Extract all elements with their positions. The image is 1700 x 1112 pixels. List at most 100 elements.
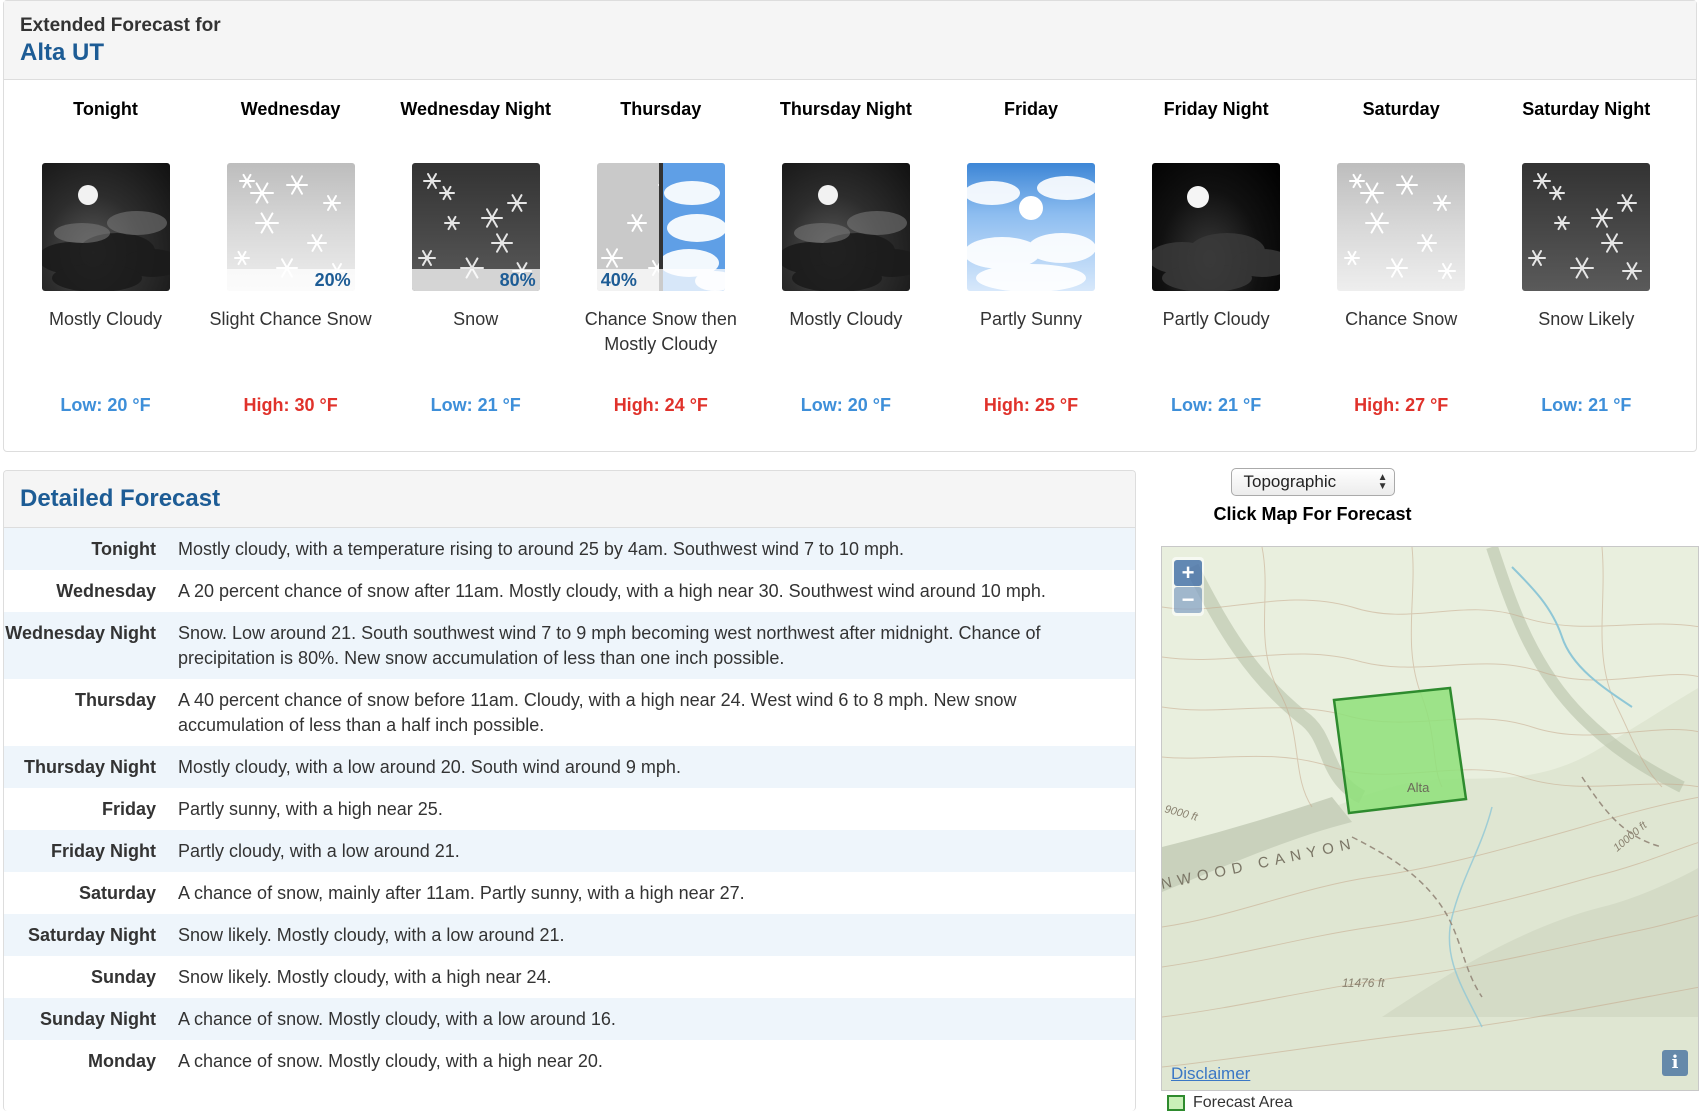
map-controls: Topographic ▲ ▼ Click Map For Forecast: [1060, 468, 1565, 525]
detailed-row-label: Tonight: [91, 539, 156, 559]
detailed-forecast-panel: Detailed Forecast Tonight Mostly cloudy,…: [3, 470, 1136, 1111]
detailed-row-text: Snow likely. Mostly cloudy, with a high …: [178, 967, 552, 987]
detailed-forecast-row: Friday Night Partly cloudy, with a low a…: [4, 830, 1135, 872]
period-name: Thursday: [620, 99, 702, 119]
period-temperature: Low: 21 °F: [430, 395, 521, 415]
select-arrows-icon: ▲ ▼: [1377, 472, 1388, 492]
detailed-row-label: Friday Night: [50, 841, 156, 861]
forecast-period[interactable]: Wednesday Night 80% Snow Low: 21 °F: [384, 81, 567, 416]
detailed-forecast-title: Detailed Forecast: [4, 471, 1135, 528]
night-mostly-cloudy-icon[interactable]: [41, 163, 170, 291]
period-temperature: Low: 21 °F: [1541, 395, 1632, 415]
detailed-row-label: Sunday: [90, 967, 156, 987]
detailed-row-label: Wednesday: [56, 581, 156, 601]
detailed-forecast-row: Saturday Night Snow likely. Mostly cloud…: [4, 914, 1135, 956]
period-temperature: High: 27 °F: [1354, 395, 1449, 415]
period-short-forecast: Slight Chance Snow: [209, 309, 372, 329]
detailed-forecast-row: Tonight Mostly cloudy, with a temperatur…: [4, 528, 1135, 570]
precip-chance: 20%: [226, 269, 355, 291]
detailed-row-text: Snow likely. Mostly cloudy, with a low a…: [178, 925, 565, 945]
forecast-period[interactable]: Thursday 40% Chance Snow then Mostly Clo…: [569, 81, 752, 416]
detailed-forecast-row: Wednesday Night Snow. Low around 21. Sou…: [4, 612, 1135, 679]
extended-forecast-header: Extended Forecast for Alta UT: [4, 1, 1696, 80]
detailed-row-label: Saturday Night: [27, 925, 156, 945]
period-name: Friday Night: [1163, 99, 1269, 119]
detailed-row-label: Sunday Night: [40, 1009, 156, 1029]
period-short-forecast: Partly Sunny: [979, 309, 1083, 329]
period-name: Tonight: [73, 99, 138, 119]
snow-day-icon[interactable]: [1337, 163, 1466, 291]
detailed-row-text: Mostly cloudy, with a low around 20. Sou…: [178, 757, 681, 777]
period-short-forecast: Chance Snow then Mostly Cloudy: [584, 309, 737, 354]
extended-forecast-label: Extended Forecast for: [20, 15, 221, 36]
detailed-row-text: A 40 percent chance of snow before 11am.…: [178, 690, 1017, 735]
period-temperature: Low: 20 °F: [800, 395, 891, 415]
snow-night-icon[interactable]: [1522, 163, 1651, 291]
detailed-row-text: Partly sunny, with a high near 25.: [178, 799, 443, 819]
period-temperature: High: 25 °F: [983, 395, 1079, 415]
zoom-in-button[interactable]: +: [1174, 560, 1202, 586]
period-name: Wednesday: [240, 99, 341, 119]
detailed-row-text: A 20 percent chance of snow after 11am. …: [178, 581, 1046, 601]
partly-sunny-icon[interactable]: [967, 163, 1095, 291]
night-partly-cloudy-icon[interactable]: [1152, 163, 1281, 291]
forecast-periods: Tonight Mostly Cloudy Low: 20 °F Wednesd…: [4, 81, 1696, 451]
period-short-forecast: Snow: [453, 309, 499, 329]
detailed-forecast-row: Wednesday A 20 percent chance of snow af…: [4, 570, 1135, 612]
zoom-control: + −: [1172, 557, 1204, 616]
detailed-forecast-list: Tonight Mostly cloudy, with a temperatur…: [4, 528, 1135, 1082]
period-short-forecast: Partly Cloudy: [1162, 309, 1270, 329]
period-name: Thursday Night: [779, 99, 912, 119]
map-label-alta: Alta: [1407, 780, 1430, 795]
period-name: Saturday: [1362, 99, 1440, 119]
detailed-forecast-row: Saturday A chance of snow, mainly after …: [4, 872, 1135, 914]
detailed-row-label: Wednesday Night: [5, 623, 156, 643]
detailed-forecast-row: Friday Partly sunny, with a high near 25…: [4, 788, 1135, 830]
detailed-forecast-row: Sunday Night A chance of snow. Mostly cl…: [4, 998, 1135, 1040]
detailed-row-text: A chance of snow. Mostly cloudy, with a …: [178, 1009, 616, 1029]
detailed-forecast-row: Thursday Night Mostly cloudy, with a low…: [4, 746, 1135, 788]
detailed-row-text: A chance of snow. Mostly cloudy, with a …: [178, 1051, 603, 1071]
detailed-row-text: Partly cloudy, with a low around 21.: [178, 841, 460, 861]
forecast-period[interactable]: Friday Partly Sunny High: 25 °F: [940, 81, 1123, 416]
map-info-button[interactable]: i: [1662, 1050, 1688, 1076]
detailed-row-label: Saturday: [78, 883, 156, 903]
night-mostly-cloudy-icon[interactable]: [781, 163, 910, 291]
click-map-hint: Click Map For Forecast: [1213, 504, 1412, 524]
forecast-period[interactable]: Thursday Night Mostly Cloudy Low: 20 °F: [754, 81, 937, 416]
zoom-out-button[interactable]: −: [1174, 587, 1202, 613]
forecast-map[interactable]: Alta NWOOD CANYON 11476 ft 10000 ft 9000…: [1161, 546, 1699, 1091]
period-short-forecast: Snow Likely: [1538, 309, 1635, 329]
period-name: Friday: [1003, 99, 1059, 119]
period-temperature: High: 30 °F: [243, 395, 338, 415]
detailed-row-label: Thursday: [74, 690, 156, 710]
period-temperature: Low: 21 °F: [1170, 395, 1262, 415]
detailed-row-text: A chance of snow, mainly after 11am. Par…: [178, 883, 745, 903]
period-short-forecast: Mostly Cloudy: [789, 309, 903, 329]
forecast-area-polygon: [1332, 686, 1468, 815]
period-short-forecast: Mostly Cloudy: [48, 309, 163, 329]
forecast-location: Alta UT: [20, 39, 104, 66]
precip-chance: 40%: [596, 269, 725, 291]
forecast-period[interactable]: Tonight Mostly Cloudy Low: 20 °F: [14, 81, 197, 416]
snow-day-icon[interactable]: 20%: [226, 163, 355, 291]
period-name: Wednesday Night: [400, 99, 552, 119]
forecast-period[interactable]: Wednesday 20% Slight Chance Snow High: 3…: [199, 81, 382, 416]
forecast-period[interactable]: Saturday Chance Snow High: 27 °F: [1310, 81, 1493, 416]
forecast-period[interactable]: Friday Night Partly Cloudy Low: 21 °F: [1125, 81, 1308, 416]
detailed-row-label: Thursday Night: [23, 757, 156, 777]
map-layer-select[interactable]: Topographic ▲ ▼: [1230, 468, 1395, 496]
map-legend-label: Forecast Area: [1193, 1094, 1293, 1111]
detailed-row-label: Friday: [101, 799, 156, 819]
map-legend: Forecast Area: [1167, 1094, 1293, 1112]
detailed-row-text: Mostly cloudy, with a temperature rising…: [178, 539, 905, 559]
snow-night-icon[interactable]: 80%: [411, 163, 540, 291]
forecast-period[interactable]: Saturday Night Snow Likely Low: 21 °F: [1495, 81, 1678, 416]
period-short-forecast: Chance Snow: [1345, 309, 1458, 329]
topo-map-graphic: Alta NWOOD CANYON 11476 ft 10000 ft 9000…: [1162, 547, 1698, 1090]
period-temperature: Low: 20 °F: [60, 395, 151, 415]
map-disclaimer-link[interactable]: Disclaimer: [1171, 1064, 1250, 1084]
snow-then-cloudy-icon[interactable]: 40%: [596, 163, 725, 291]
detailed-row-text: Snow. Low around 21. South southwest win…: [178, 623, 1041, 668]
detailed-row-label: Monday: [87, 1051, 156, 1071]
